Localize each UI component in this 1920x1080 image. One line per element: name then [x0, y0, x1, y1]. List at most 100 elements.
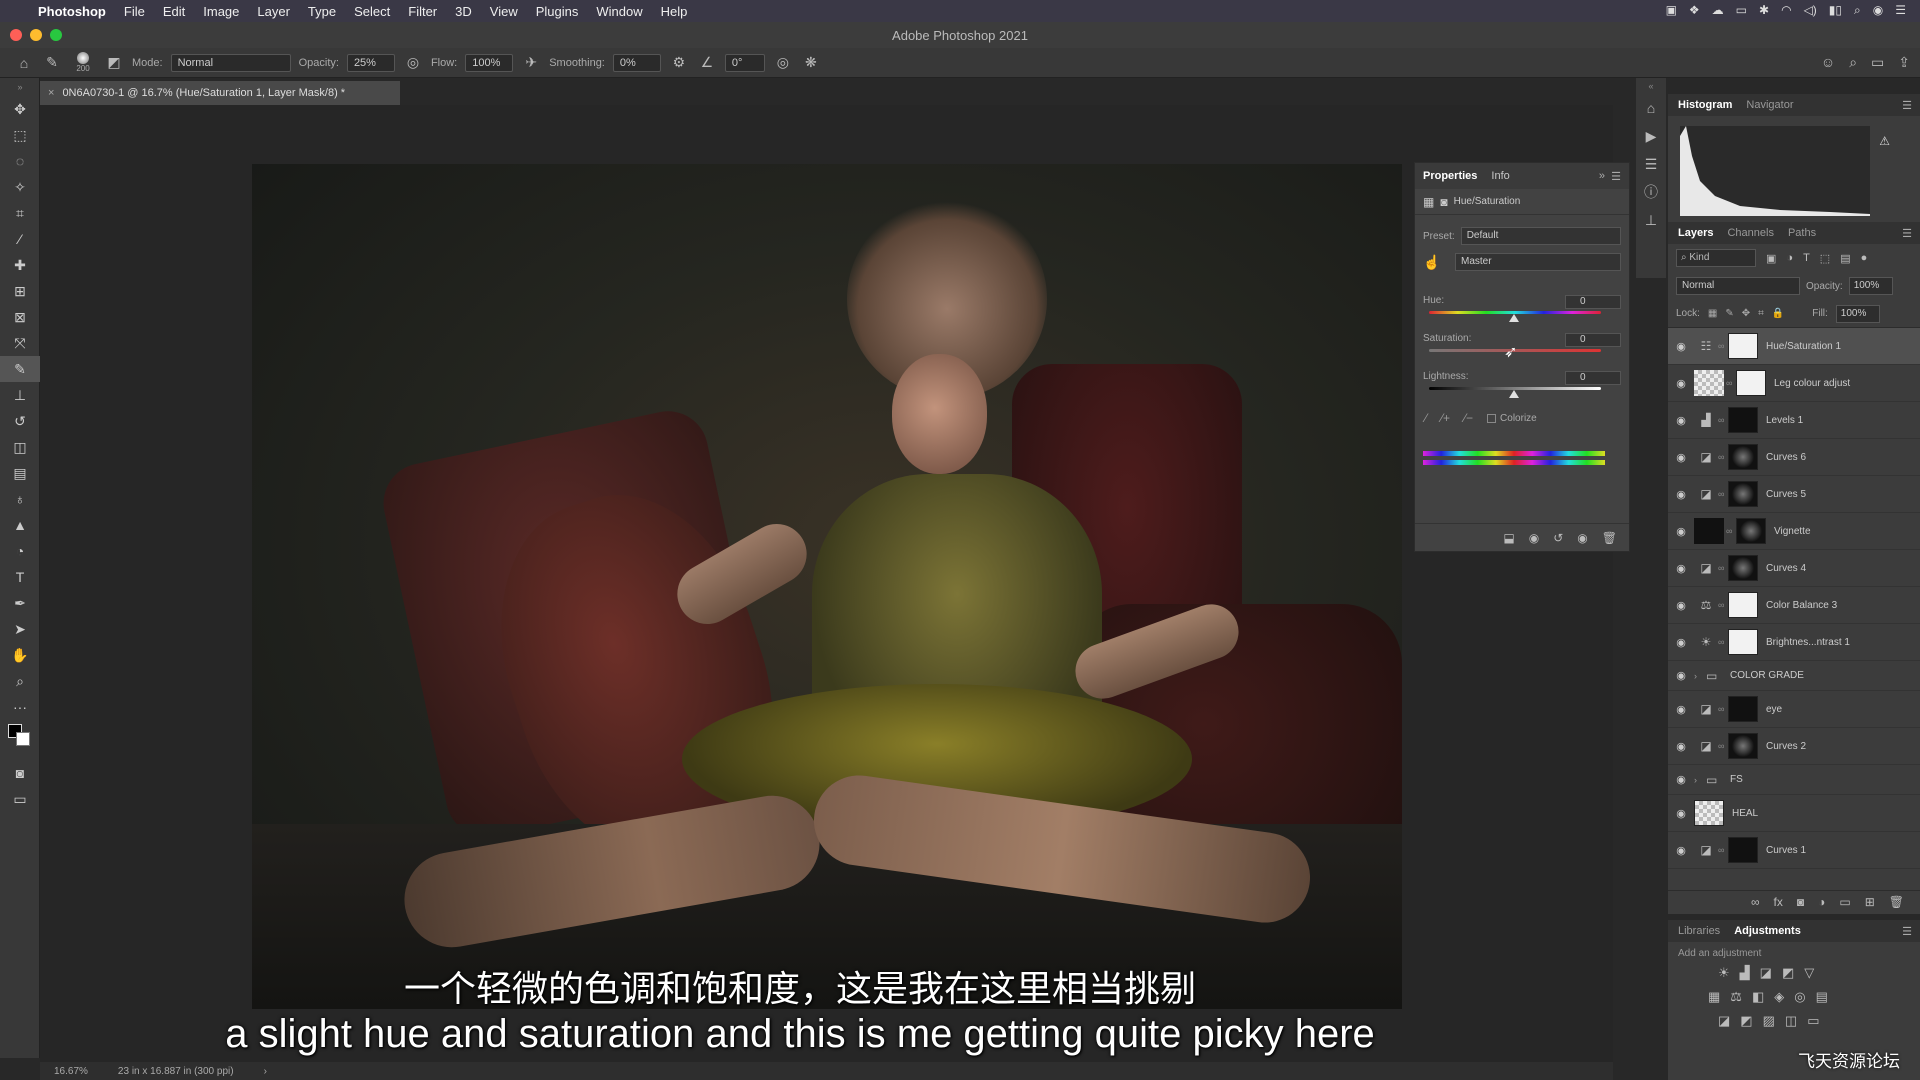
adjustment-type-icon[interactable]: ◪ — [1694, 561, 1718, 575]
posterize-icon[interactable]: ◩ — [1740, 1013, 1752, 1029]
layer-row[interactable]: ◉ ◪ ∞ Curves 6 — [1668, 439, 1920, 476]
move-tool-icon[interactable]: ✥ — [0, 96, 40, 122]
history-icon[interactable]: ⌂ — [1636, 94, 1666, 122]
workspace-icon[interactable]: ▭ — [1871, 54, 1884, 71]
status-expand-icon[interactable]: › — [264, 1066, 267, 1077]
mask-link-icon[interactable]: ∞ — [1718, 341, 1728, 351]
layer-mask-thumbnail[interactable] — [1728, 407, 1758, 433]
new-adjustment-icon[interactable]: ◑ — [1818, 895, 1825, 910]
visibility-eye-icon[interactable]: ◉ — [1668, 636, 1694, 649]
cloud-icon[interactable]: ☁ — [1712, 3, 1724, 18]
filter-adjust-icon[interactable]: ◑ — [1786, 252, 1793, 264]
preset-select[interactable]: Default — [1460, 227, 1621, 245]
mask-link-icon[interactable]: ∞ — [1718, 845, 1728, 855]
adjustment-type-icon[interactable]: ◪ — [1694, 450, 1718, 464]
group-expand-icon[interactable]: › — [1694, 671, 1706, 681]
gradient-map-icon[interactable]: ▭ — [1807, 1013, 1819, 1029]
visibility-eye-icon[interactable]: ◉ — [1668, 414, 1694, 427]
brush-tool-icon[interactable]: ✎ — [0, 356, 40, 382]
actions-play-icon[interactable]: ▶ — [1636, 122, 1666, 150]
layer-row[interactable]: ◉ ∞ Leg colour adjust — [1668, 365, 1920, 402]
layer-row[interactable]: ◉ ◪ ∞ eye — [1668, 691, 1920, 728]
background-color[interactable] — [16, 732, 30, 746]
color-balance-icon[interactable]: ⚖ — [1730, 989, 1742, 1005]
brightness-contrast-icon[interactable]: ☀ — [1718, 965, 1730, 981]
menu-edit[interactable]: Edit — [163, 4, 185, 19]
layer-thumbnail[interactable] — [1694, 370, 1724, 396]
collapse-panel-icon[interactable]: » — [1599, 170, 1605, 182]
panel-menu-icon[interactable]: ☰ — [1902, 227, 1912, 240]
new-group-icon[interactable]: ▭ — [1839, 895, 1850, 910]
layer-mask-thumbnail[interactable] — [1728, 733, 1758, 759]
layer-thumbnail[interactable] — [1694, 518, 1724, 544]
lock-position-icon[interactable]: ✥ — [1742, 308, 1750, 319]
filter-pixel-icon[interactable]: ▣ — [1766, 252, 1776, 265]
layer-mask-thumbnail[interactable] — [1728, 555, 1758, 581]
mask-link-icon[interactable]: ∞ — [1726, 526, 1736, 536]
dodge-icon[interactable]: ◔ — [0, 538, 40, 564]
flow-field[interactable]: 100% — [465, 53, 514, 72]
channel-mixer-icon[interactable]: ◎ — [1794, 989, 1805, 1005]
tab-libraries[interactable]: Libraries — [1678, 925, 1720, 937]
menu-select[interactable]: Select — [354, 4, 390, 19]
layer-thumbnail[interactable] — [1694, 800, 1724, 826]
display-icon[interactable]: ▭ — [1736, 3, 1747, 18]
pressure-size-icon[interactable]: ◎ — [773, 54, 793, 71]
layer-mask-thumbnail[interactable] — [1736, 518, 1766, 544]
layer-row[interactable]: ◉ ◪ ∞ Curves 4 — [1668, 550, 1920, 587]
colorize-checkbox[interactable]: Colorize — [1487, 413, 1537, 424]
adjustment-type-icon[interactable]: ⚖ — [1694, 598, 1718, 612]
visibility-eye-icon[interactable]: ◉ — [1668, 844, 1694, 857]
volume-icon[interactable]: ◁) — [1804, 3, 1817, 18]
menu-help[interactable]: Help — [661, 4, 688, 19]
zoom-level[interactable]: 16.67% — [54, 1066, 88, 1077]
layer-mask-thumbnail[interactable] — [1728, 592, 1758, 618]
pen-tool-icon[interactable]: ✒ — [0, 590, 40, 616]
panel-menu-icon[interactable]: ☰ — [1611, 170, 1621, 183]
blend-mode-select[interactable]: Normal — [1676, 277, 1800, 295]
tab-layers[interactable]: Layers — [1678, 227, 1713, 239]
menu-3d[interactable]: 3D — [455, 4, 472, 19]
black-white-icon[interactable]: ◧ — [1752, 989, 1764, 1005]
visibility-eye-icon[interactable]: ◉ — [1668, 669, 1694, 682]
adjustment-type-icon[interactable]: ▟ — [1694, 413, 1718, 427]
exposure-icon[interactable]: ◩ — [1782, 965, 1794, 981]
lock-artboard-icon[interactable]: ⌗ — [1758, 308, 1764, 319]
curves-icon[interactable]: ◪ — [1760, 965, 1772, 981]
clip-to-layer-icon[interactable]: ⬓ — [1503, 531, 1514, 545]
search-icon[interactable]: ⌕ — [1854, 3, 1861, 18]
filter-toggle-icon[interactable]: ● — [1861, 252, 1868, 264]
adjustments-icon[interactable]: ☰ — [1636, 150, 1666, 178]
visibility-eye-icon[interactable]: ◉ — [1668, 773, 1694, 786]
wifi-icon[interactable]: ◠ — [1781, 3, 1791, 18]
eyedropper-icon[interactable]: ⁄ — [0, 226, 40, 252]
mask-link-icon[interactable]: ∞ — [1718, 637, 1728, 647]
patch-tool-icon[interactable]: ⊞ — [0, 278, 40, 304]
adjustment-type-icon[interactable]: ◪ — [1694, 702, 1718, 716]
tab-paths[interactable]: Paths — [1788, 227, 1816, 239]
filter-type-icon[interactable]: T — [1803, 252, 1810, 264]
lightness-slider-thumb[interactable] — [1509, 390, 1519, 398]
learn-icon[interactable]: ☺ — [1821, 54, 1835, 71]
invert-icon[interactable]: ◪ — [1718, 1013, 1730, 1029]
eyedropper-add-icon[interactable]: ⁄+ — [1441, 411, 1450, 425]
bluetooth-icon[interactable]: ✱ — [1759, 3, 1769, 18]
more-tools-icon[interactable]: ··· — [0, 694, 40, 720]
angle-field[interactable]: 0° — [724, 53, 765, 72]
close-tab-icon[interactable]: × — [48, 87, 54, 99]
document-info[interactable]: 23 in x 16.887 in (300 ppi) — [118, 1066, 234, 1077]
siri-icon[interactable]: ◉ — [1873, 3, 1883, 18]
layer-row[interactable]: ◉ ◪ ∞ Curves 2 — [1668, 728, 1920, 765]
mask-link-icon[interactable]: ∞ — [1718, 563, 1728, 573]
type-tool-icon[interactable]: T — [0, 564, 40, 590]
control-center-icon[interactable]: ☰ — [1895, 3, 1906, 18]
panel-menu-icon[interactable]: ☰ — [1902, 99, 1912, 112]
layer-row[interactable]: ◉ HEAL — [1668, 795, 1920, 832]
layer-row[interactable]: ◉ ☀ ∞ Brightnes...ntrast 1 — [1668, 624, 1920, 661]
clone-source-icon[interactable]: ⊥ — [1636, 206, 1666, 234]
info-icon[interactable]: ⓘ — [1636, 178, 1666, 206]
hand-tool-icon[interactable]: ✋ — [0, 642, 40, 668]
quick-mask-icon[interactable]: ◙ — [0, 760, 40, 786]
menu-window[interactable]: Window — [596, 4, 642, 19]
adjustment-type-icon[interactable]: ◪ — [1694, 487, 1718, 501]
